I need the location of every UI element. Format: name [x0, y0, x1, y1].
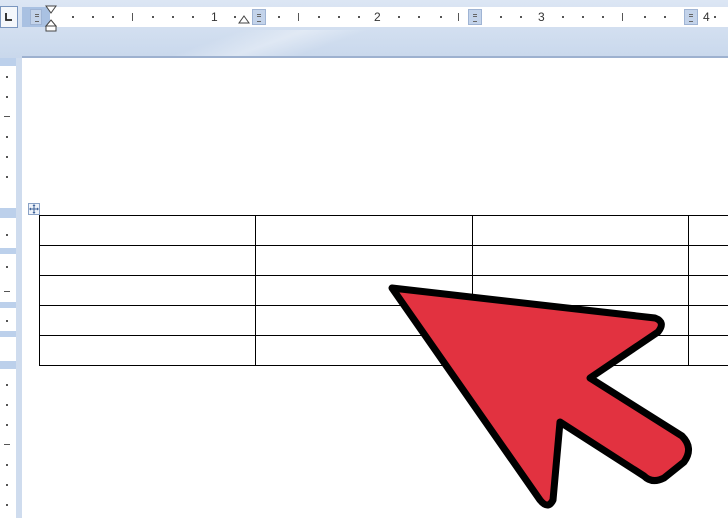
row-marker-1[interactable]: [0, 208, 16, 218]
table-cell[interactable]: [471, 335, 689, 366]
column-marker-2[interactable]: [468, 9, 482, 25]
table-move-handle[interactable]: [28, 203, 40, 215]
column-marker-3[interactable]: [684, 9, 698, 25]
table-cell[interactable]: [255, 215, 473, 246]
table-cell[interactable]: [687, 305, 728, 336]
table-row: [38, 335, 728, 366]
table-row: [38, 245, 728, 276]
table-row: [38, 275, 728, 306]
row-marker-4[interactable]: [0, 331, 16, 337]
ruler-number-2: 2: [374, 10, 381, 24]
ruler-number-4: 4: [703, 10, 710, 24]
table-cell[interactable]: [255, 335, 473, 366]
tab-stop-icon: [5, 13, 12, 21]
table-cell[interactable]: [38, 275, 257, 306]
table-cell[interactable]: [687, 245, 728, 276]
document-table[interactable]: [38, 215, 728, 366]
horizontal-ruler[interactable]: 1 2 3 4: [22, 5, 728, 32]
row-marker-3[interactable]: [0, 302, 16, 308]
top-margin-marker[interactable]: [0, 58, 16, 66]
table-cell[interactable]: [38, 245, 257, 276]
table-cell[interactable]: [471, 245, 689, 276]
row-marker-5[interactable]: [0, 361, 16, 369]
ruler-number-1: 1: [211, 10, 218, 24]
table-cell[interactable]: [38, 335, 257, 366]
tab-selector-button[interactable]: [0, 6, 18, 28]
table-cell[interactable]: [471, 305, 689, 336]
table-cell[interactable]: [255, 305, 473, 336]
table-row: [38, 215, 728, 246]
table-row: [38, 305, 728, 336]
table-cell[interactable]: [687, 335, 728, 366]
table-cell[interactable]: [255, 245, 473, 276]
row-marker-2[interactable]: [0, 248, 16, 254]
table-cell[interactable]: [687, 275, 728, 306]
table-cell[interactable]: [255, 275, 473, 306]
table-cell[interactable]: [38, 215, 257, 246]
table-cell[interactable]: [471, 215, 689, 246]
ruler-number-3: 3: [538, 10, 545, 24]
ruler-band-highlight: [0, 30, 728, 58]
table-cell[interactable]: [471, 275, 689, 306]
table-cell[interactable]: [38, 305, 257, 336]
right-indent-marker[interactable]: [238, 15, 250, 27]
horizontal-ruler-band: 1 2 3 4: [0, 0, 728, 58]
move-icon: [29, 204, 39, 214]
vertical-ruler[interactable]: [0, 58, 16, 518]
column-marker-1[interactable]: [252, 9, 266, 25]
left-margin-marker[interactable]: [30, 9, 42, 25]
table-cell[interactable]: [687, 215, 728, 246]
first-line-indent-marker[interactable]: [45, 5, 57, 15]
